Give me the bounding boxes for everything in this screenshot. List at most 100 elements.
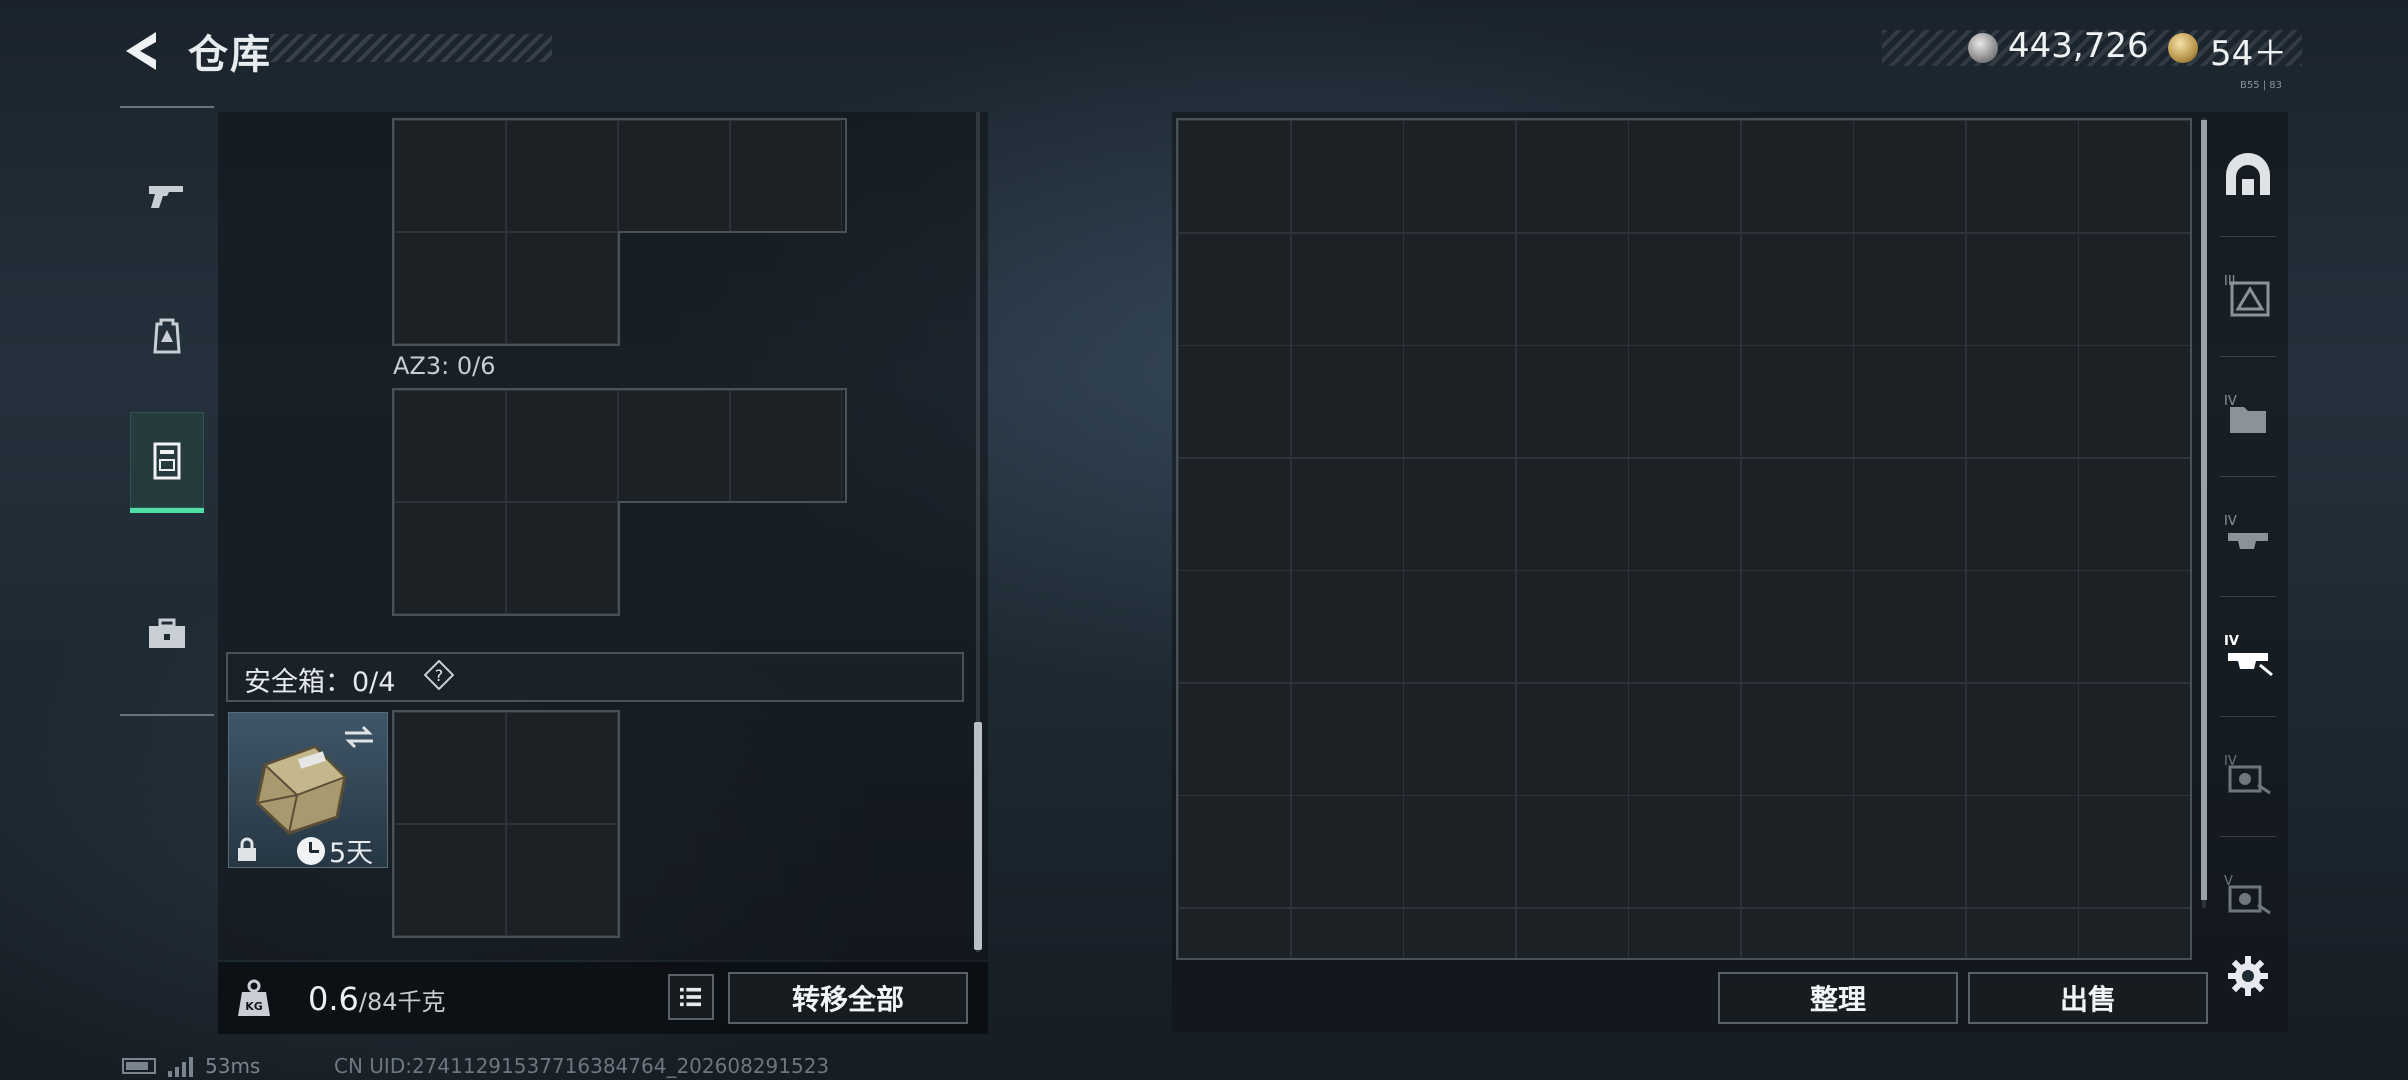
storage-slot[interactable] [1853, 120, 1966, 233]
sell-button[interactable]: 出售 [1968, 972, 2208, 1024]
sort-button[interactable]: 整理 [1718, 972, 1958, 1024]
category-rank-iv-rig[interactable]: IV [2210, 478, 2286, 596]
storage-slot[interactable] [1515, 457, 1629, 571]
storage-slot[interactable] [1403, 682, 1516, 796]
list-view-button[interactable] [668, 974, 714, 1020]
storage-slot[interactable] [1403, 795, 1516, 908]
storage-slot[interactable] [1290, 682, 1404, 796]
storage-slot[interactable] [1965, 345, 2079, 458]
storage-slot[interactable] [1628, 795, 1741, 908]
storage-slot[interactable] [1740, 907, 1854, 958]
storage-slot[interactable] [1628, 682, 1741, 796]
storage-slot[interactable] [1515, 120, 1629, 233]
storage-slot[interactable] [1628, 457, 1741, 571]
storage-slot[interactable] [1965, 120, 2079, 233]
storage-slot[interactable] [1628, 570, 1741, 683]
category-rank-v-gun[interactable]: V [2210, 838, 2286, 956]
category-separator [2220, 596, 2276, 597]
nav-item-toolbox[interactable] [130, 586, 204, 682]
storage-slot[interactable] [1740, 120, 1854, 233]
storage-slot[interactable] [2078, 907, 2190, 958]
storage-slot[interactable] [1628, 120, 1741, 233]
storage-slot[interactable] [1178, 232, 1291, 346]
settings-gear-icon[interactable] [2226, 954, 2270, 998]
storage-slot[interactable] [1515, 907, 1629, 958]
storage-slot[interactable] [2078, 457, 2190, 571]
storage-slot[interactable] [1853, 795, 1966, 908]
storage-slot[interactable] [2078, 345, 2190, 458]
storage-slot[interactable] [2078, 682, 2190, 796]
storage-slot[interactable] [1403, 120, 1516, 233]
gold-currency-amount[interactable]: 54＋ [2210, 26, 2287, 75]
storage-slot[interactable] [1403, 232, 1516, 346]
storage-slot[interactable] [1290, 232, 1404, 346]
swap-icon[interactable] [341, 723, 377, 751]
storage-slot[interactable] [2078, 232, 2190, 346]
storage-slot[interactable] [1403, 570, 1516, 683]
safe-case-item[interactable]: 5天 [228, 712, 388, 868]
storage-slot[interactable] [1853, 682, 1966, 796]
storage-slot[interactable] [1853, 232, 1966, 346]
storage-slot[interactable] [1740, 232, 1854, 346]
storage-slot[interactable] [1965, 907, 2079, 958]
category-rank-iv-gun[interactable]: IV [2210, 718, 2286, 836]
storage-slot[interactable] [1965, 795, 2079, 908]
category-rank-iv-rig-selected[interactable]: IV [2210, 598, 2286, 716]
storage-slot[interactable] [1853, 457, 1966, 571]
storage-slot[interactable] [1290, 795, 1404, 908]
transfer-all-button[interactable]: 转移全部 [728, 972, 968, 1024]
storage-slot[interactable] [1965, 232, 2079, 346]
storage-slot[interactable] [1515, 682, 1629, 796]
storage-slot[interactable] [2078, 120, 2190, 233]
storage-slot[interactable] [1740, 570, 1854, 683]
battery-icon [122, 1058, 156, 1074]
left-scrollbar-thumb[interactable] [974, 722, 982, 950]
storage-slot[interactable] [1290, 907, 1404, 958]
right-scrollbar-thumb[interactable] [2201, 120, 2207, 900]
storage-slot[interactable] [1290, 120, 1404, 233]
storage-slot[interactable] [1740, 795, 1854, 908]
nav-item-gear[interactable] [130, 288, 204, 384]
storage-slot[interactable] [2078, 570, 2190, 683]
storage-slot[interactable] [1178, 120, 1291, 233]
storage-slot[interactable] [1853, 345, 1966, 458]
storage-slot[interactable] [1515, 795, 1629, 908]
storage-slot[interactable] [1178, 682, 1291, 796]
storage-slot[interactable] [1403, 345, 1516, 458]
storage-slot[interactable] [1290, 345, 1404, 458]
storage-slot[interactable] [1965, 457, 2079, 571]
storage-slot[interactable] [1403, 457, 1516, 571]
storage-slot[interactable] [1403, 907, 1516, 958]
version-text: B55 | 83 [2240, 80, 2283, 91]
nav-item-weapons[interactable] [130, 148, 204, 244]
category-rank-iv-folder[interactable]: IV [2210, 358, 2286, 476]
storage-slot[interactable] [1178, 795, 1291, 908]
storage-slot[interactable] [1178, 570, 1291, 683]
storage-slot[interactable] [2078, 795, 2190, 908]
storage-slot[interactable] [1178, 907, 1291, 958]
storage-slot[interactable] [1178, 345, 1291, 458]
storage-slot[interactable] [1515, 232, 1629, 346]
back-arrow-icon[interactable] [118, 26, 168, 76]
storage-slot[interactable] [1965, 570, 2079, 683]
nav-item-storage[interactable] [130, 412, 204, 513]
storage-slot[interactable] [1740, 457, 1854, 571]
category-rank-label: IV [2224, 514, 2237, 529]
storage-slot[interactable] [1290, 570, 1404, 683]
storage-slot[interactable] [1740, 345, 1854, 458]
storage-slot[interactable] [1740, 682, 1854, 796]
weight-current: 0.6 [308, 980, 359, 1018]
storage-slot[interactable] [1178, 457, 1291, 571]
storage-slot[interactable] [1628, 345, 1741, 458]
storage-slot[interactable] [1290, 457, 1404, 571]
category-armor[interactable] [2210, 118, 2286, 236]
storage-slot[interactable] [1628, 232, 1741, 346]
category-rank-iii[interactable]: III [2210, 238, 2286, 356]
storage-slot[interactable] [1515, 345, 1629, 458]
storage-slot[interactable] [1965, 682, 2079, 796]
storage-slot[interactable] [1853, 570, 1966, 683]
help-icon[interactable]: ? [424, 660, 454, 690]
storage-slot[interactable] [1515, 570, 1629, 683]
storage-slot[interactable] [1628, 907, 1741, 958]
storage-slot[interactable] [1853, 907, 1966, 958]
